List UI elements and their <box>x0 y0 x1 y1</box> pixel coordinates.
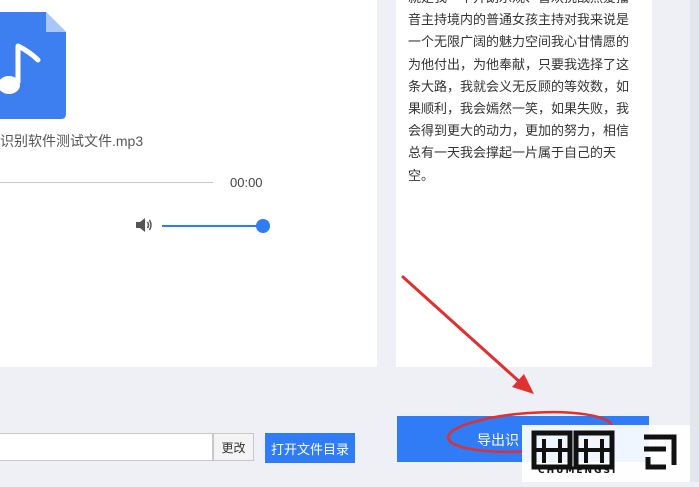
audio-file-icon <box>0 12 66 119</box>
transcription-result-panel: 就是我一个开朗乐观、喜欢挑战热爱播音主持境内的普通女孩主持对我来说是一个无限广阔… <box>396 0 652 367</box>
watermark-subtext: CHUMENGSI <box>538 466 618 476</box>
transcription-text: 就是我一个开朗乐观、喜欢挑战热爱播音主持境内的普通女孩主持对我来说是一个无限广阔… <box>408 0 630 183</box>
output-path-input[interactable] <box>0 433 213 461</box>
window-edge <box>690 0 699 482</box>
playback-time: 00:00 <box>230 175 263 190</box>
volume-icon[interactable] <box>135 217 153 233</box>
playback-progress-bar[interactable] <box>0 182 213 183</box>
annotation-arrow-head <box>512 374 534 394</box>
volume-slider-track[interactable] <box>162 225 263 227</box>
open-folder-button[interactable]: 打开文件目录 <box>265 433 355 463</box>
change-path-button[interactable]: 更改 <box>213 433 254 461</box>
audio-file-name: 识别软件测试文件.mp3 <box>0 133 144 149</box>
export-button-label: 导出识 <box>477 432 519 448</box>
audio-player-panel: 识别软件测试文件.mp3 00:00 <box>0 0 377 367</box>
volume-slider-handle[interactable] <box>256 219 270 233</box>
